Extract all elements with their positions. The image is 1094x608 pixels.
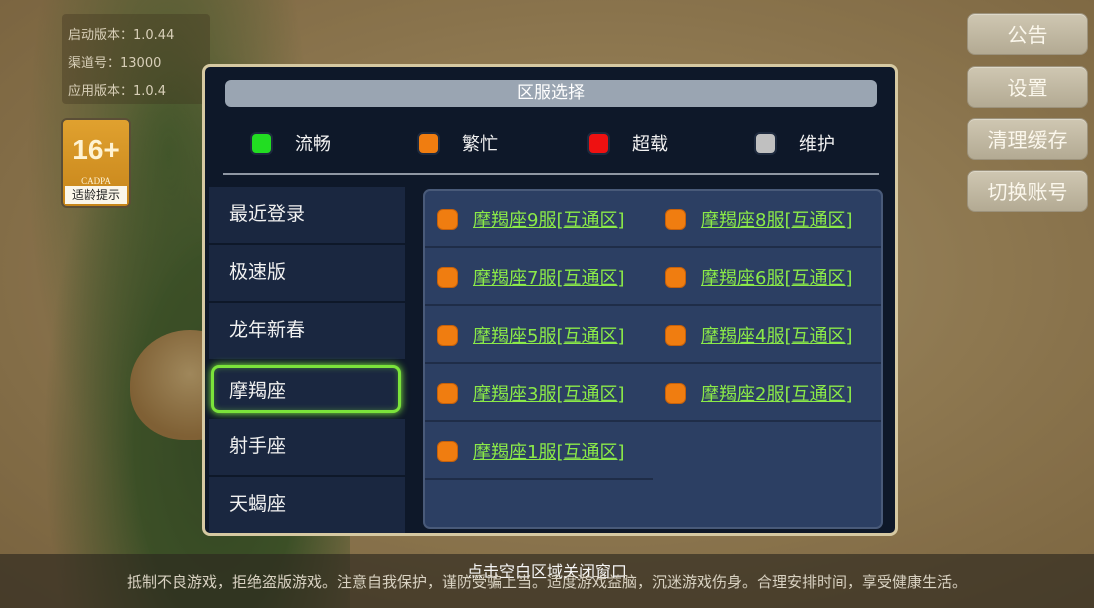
settings-button[interactable]: 设置 bbox=[967, 66, 1088, 108]
server-item[interactable]: 摩羯座3服[互通区] bbox=[437, 365, 625, 421]
category-recent-login[interactable]: 最近登录 bbox=[209, 187, 405, 243]
legend-label: 流畅 bbox=[295, 134, 331, 155]
clear-cache-button[interactable]: 清理缓存 bbox=[967, 118, 1088, 160]
server-item[interactable]: 摩羯座5服[互通区] bbox=[437, 307, 625, 363]
app-version-text: 应用版本：1.0.4 bbox=[68, 84, 167, 99]
category-dragon-new-year[interactable]: 龙年新春 bbox=[209, 303, 405, 359]
category-express[interactable]: 极速版 bbox=[209, 245, 405, 301]
status-busy-icon bbox=[665, 266, 686, 288]
server-name: 摩羯座6服[互通区] bbox=[701, 268, 853, 289]
age-rating-tip: 适龄提示 bbox=[65, 186, 127, 204]
server-name: 摩羯座5服[互通区] bbox=[473, 326, 625, 347]
legend-overload: 超载 bbox=[587, 129, 668, 157]
status-smooth-icon bbox=[250, 131, 273, 155]
server-item[interactable]: 摩羯座1服[互通区] bbox=[437, 423, 625, 479]
server-name: 摩羯座9服[互通区] bbox=[473, 210, 625, 231]
server-name: 摩羯座3服[互通区] bbox=[473, 384, 625, 405]
legend-smooth: 流畅 bbox=[250, 129, 331, 157]
switch-account-button[interactable]: 切换账号 bbox=[967, 170, 1088, 212]
category-sagittarius[interactable]: 射手座 bbox=[209, 419, 405, 475]
server-row: 摩羯座7服[互通区] 摩羯座6服[互通区] bbox=[425, 249, 881, 306]
version-info: 启动版本：1.0.44 渠道号：13000 应用版本：1.0.4 bbox=[62, 14, 210, 104]
server-item[interactable]: 摩羯座8服[互通区] bbox=[665, 191, 853, 247]
server-name: 摩羯座7服[互通区] bbox=[473, 268, 625, 289]
legend-busy: 繁忙 bbox=[417, 129, 498, 157]
status-busy-icon bbox=[437, 382, 458, 404]
server-row: 摩羯座9服[互通区] 摩羯座8服[互通区] bbox=[425, 191, 881, 248]
server-item[interactable]: 摩羯座4服[互通区] bbox=[665, 307, 853, 363]
age-rating-org: CADPA bbox=[81, 176, 111, 186]
server-row: 摩羯座5服[互通区] 摩羯座4服[互通区] bbox=[425, 307, 881, 364]
status-busy-icon bbox=[665, 382, 686, 404]
status-busy-icon bbox=[417, 131, 440, 155]
server-row: 摩羯座1服[互通区] bbox=[425, 423, 653, 480]
server-item[interactable]: 摩羯座2服[互通区] bbox=[665, 365, 853, 421]
legend-label: 超载 bbox=[632, 134, 668, 155]
age-rating-badge[interactable]: 16+ CADPA 适龄提示 bbox=[61, 118, 131, 208]
channel-text: 渠道号：13000 bbox=[68, 56, 162, 71]
legend-label: 繁忙 bbox=[462, 134, 498, 155]
server-item[interactable]: 摩羯座7服[互通区] bbox=[437, 249, 625, 305]
status-busy-icon bbox=[437, 324, 458, 346]
status-maintenance-icon bbox=[754, 131, 777, 155]
status-overload-icon bbox=[587, 131, 610, 155]
status-busy-icon bbox=[437, 208, 458, 230]
status-busy-icon bbox=[437, 266, 458, 288]
dialog-title: 区服选择 bbox=[225, 80, 877, 107]
server-name: 摩羯座4服[互通区] bbox=[701, 326, 853, 347]
legend-maintenance: 维护 bbox=[754, 129, 835, 157]
server-name: 摩羯座8服[互通区] bbox=[701, 210, 853, 231]
status-busy-icon bbox=[437, 440, 458, 462]
status-busy-icon bbox=[665, 208, 686, 230]
server-name: 摩羯座1服[互通区] bbox=[473, 442, 625, 463]
announcement-button[interactable]: 公告 bbox=[967, 13, 1088, 55]
divider bbox=[223, 173, 879, 175]
server-item[interactable]: 摩羯座6服[互通区] bbox=[665, 249, 853, 305]
server-select-dialog: 区服选择 流畅 繁忙 超载 维护 最近登录 极速版 龙年新春 摩羯座 射手座 天… bbox=[202, 64, 898, 536]
server-row: 摩羯座3服[互通区] 摩羯座2服[互通区] bbox=[425, 365, 881, 422]
category-scorpio[interactable]: 天蝎座 bbox=[209, 477, 405, 533]
server-item[interactable]: 摩羯座9服[互通区] bbox=[437, 191, 625, 247]
age-rating-number: 16+ bbox=[72, 134, 120, 165]
anti-addiction-notice: 抵制不良游戏，拒绝盗版游戏。注意自我保护，谨防受骗上当。适度游戏益脑，沉迷游戏伤… bbox=[126, 573, 967, 591]
launch-version-text: 启动版本：1.0.44 bbox=[68, 28, 175, 43]
legend-label: 维护 bbox=[799, 134, 835, 155]
server-name: 摩羯座2服[互通区] bbox=[701, 384, 853, 405]
server-list: 摩羯座9服[互通区] 摩羯座8服[互通区] 摩羯座7服[互通区] 摩羯座6服[互… bbox=[423, 189, 883, 529]
category-capricorn[interactable]: 摩羯座 bbox=[211, 365, 401, 413]
status-busy-icon bbox=[665, 324, 686, 346]
